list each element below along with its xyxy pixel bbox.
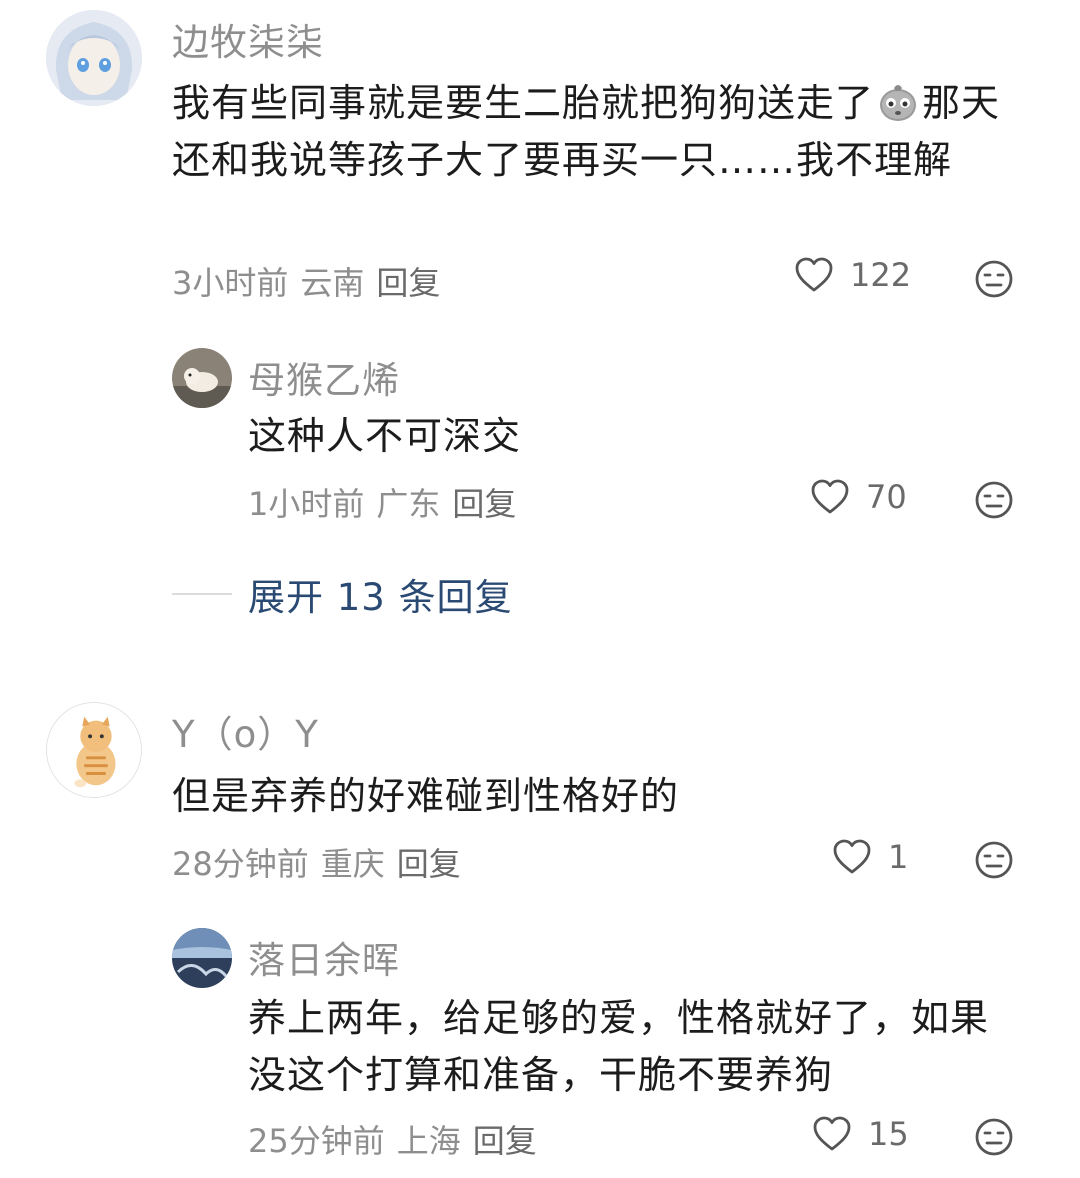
comment-text: 我有些同事就是要生二胎就把狗狗送走了 那天还和我说等孩子大了要再买一只……我不理…: [172, 75, 1032, 189]
reply-button[interactable]: 回复: [376, 264, 440, 302]
like-button[interactable]: 1: [832, 838, 908, 876]
username[interactable]: 母猴乙烯: [248, 350, 400, 404]
expand-replies-button[interactable]: 展开 13 条回复: [172, 568, 513, 620]
dislike-button[interactable]: [974, 259, 1014, 299]
username[interactable]: 落日余晖: [248, 930, 400, 984]
reply-text: 养上两年，给足够的爱，性格就好了，如果没这个打算和准备，干脆不要养狗: [248, 996, 990, 1097]
like-count: 122: [850, 256, 912, 294]
like-button[interactable]: 70: [810, 478, 907, 516]
expand-replies-label: 展开 13 条回复: [248, 576, 513, 619]
reply-meta: 1小时前 广东 回复: [248, 479, 528, 525]
avatar[interactable]: [46, 10, 142, 106]
dislike-button[interactable]: [974, 1117, 1014, 1157]
like-count: 70: [866, 478, 907, 516]
username[interactable]: 边牧柒柒: [172, 12, 324, 66]
heart-outline-icon: [833, 839, 871, 874]
reply-time: 25分钟前: [248, 1122, 385, 1160]
avatar[interactable]: [172, 348, 232, 408]
comment-text: 但是弃养的好难碰到性格好的: [172, 774, 680, 818]
username[interactable]: Y（o）Y: [172, 704, 319, 758]
comment-location: 云南: [300, 264, 365, 302]
neutral-face-icon: [975, 1118, 1013, 1156]
reply-button[interactable]: 回复: [452, 485, 516, 523]
comment-text-part-1: 我有些同事就是要生二胎就把狗狗送走了: [172, 81, 875, 125]
neutral-face-icon: [975, 260, 1013, 298]
like-button[interactable]: 15: [812, 1115, 909, 1153]
crying-face-emoji: [876, 80, 920, 124]
heart-outline-icon: [795, 257, 833, 292]
reply-location: 广东: [376, 485, 441, 523]
heart-outline-icon: [811, 479, 849, 514]
comment-meta: 3小时前 云南 回复: [172, 258, 452, 304]
divider: [172, 593, 232, 595]
like-button[interactable]: 122: [794, 256, 911, 294]
reply-meta: 25分钟前 上海 回复: [248, 1116, 549, 1162]
reply-location: 上海: [396, 1122, 461, 1160]
reply-button[interactable]: 回复: [397, 845, 461, 883]
comment-time: 3小时前: [172, 264, 289, 302]
reply-button[interactable]: 回复: [473, 1122, 537, 1160]
dislike-button[interactable]: [974, 840, 1014, 880]
comment-location: 重庆: [320, 845, 385, 883]
dislike-button[interactable]: [974, 480, 1014, 520]
neutral-face-icon: [975, 841, 1013, 879]
like-count: 1: [888, 838, 909, 876]
avatar[interactable]: [172, 928, 232, 988]
comment-meta: 28分钟前 重庆 回复: [172, 839, 473, 885]
comment-time: 28分钟前: [172, 845, 309, 883]
heart-outline-icon: [813, 1116, 851, 1151]
reply-time: 1小时前: [248, 485, 365, 523]
like-count: 15: [868, 1115, 909, 1153]
avatar[interactable]: [46, 702, 142, 798]
reply-text: 这种人不可深交: [248, 414, 522, 458]
neutral-face-icon: [975, 481, 1013, 519]
